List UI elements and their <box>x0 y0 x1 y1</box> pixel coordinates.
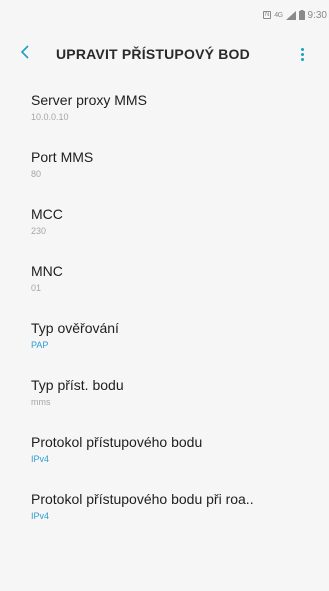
setting-label: MCC <box>31 205 63 222</box>
setting-mms-proxy[interactable]: Server proxy MMS 10.0.0.10 <box>0 78 329 135</box>
setting-label: Protokol přístupového bodu <box>31 433 203 450</box>
setting-label: Server proxy MMS <box>31 91 147 108</box>
status-time: 9:30 <box>307 9 327 21</box>
more-options-button[interactable] <box>295 43 309 65</box>
setting-label: Protokol přístupového bodu při roa.. <box>31 490 254 507</box>
setting-value: 230 <box>31 225 47 236</box>
setting-mnc[interactable]: MNC 01 <box>0 249 329 306</box>
setting-value: 01 <box>31 282 42 293</box>
setting-label: Port MMS <box>31 148 94 165</box>
setting-apn-protocol[interactable]: Protokol přístupového bodu IPv4 <box>0 420 329 477</box>
setting-value: 80 <box>31 168 42 179</box>
setting-label: Typ ověřování <box>31 319 119 336</box>
setting-label: MNC <box>31 262 63 279</box>
more-dot <box>300 57 304 61</box>
page-title: UPRAVIT PŘÍSTUPOVÝ BOD <box>56 46 250 62</box>
app-header: UPRAVIT PŘÍSTUPOVÝ BOD <box>0 30 329 78</box>
status-bar: N 4G 9:30 <box>0 0 329 30</box>
more-dot <box>300 52 304 56</box>
back-button[interactable] <box>20 43 42 65</box>
setting-value: mms <box>31 396 51 407</box>
setting-value: IPv4 <box>31 453 50 464</box>
setting-value: IPv4 <box>31 510 50 521</box>
nfc-icon: N <box>263 11 272 19</box>
setting-apn-type[interactable]: Typ příst. bodu mms <box>0 363 329 420</box>
setting-apn-roaming-protocol[interactable]: Protokol přístupového bodu při roa.. IPv… <box>0 477 329 534</box>
chevron-left-icon <box>20 44 30 64</box>
battery-icon <box>298 10 305 20</box>
settings-list: Server proxy MMS 10.0.0.10 Port MMS 80 M… <box>0 78 329 534</box>
setting-mcc[interactable]: MCC 230 <box>0 192 329 249</box>
more-vertical-icon <box>300 47 304 51</box>
setting-mms-port[interactable]: Port MMS 80 <box>0 135 329 192</box>
setting-label: Typ příst. bodu <box>31 376 124 393</box>
setting-value: PAP <box>31 339 49 350</box>
signal-icon <box>285 10 296 20</box>
setting-value: 10.0.0.10 <box>31 111 69 122</box>
setting-auth-type[interactable]: Typ ověřování PAP <box>0 306 329 363</box>
network-type-icon: 4G <box>274 11 283 19</box>
